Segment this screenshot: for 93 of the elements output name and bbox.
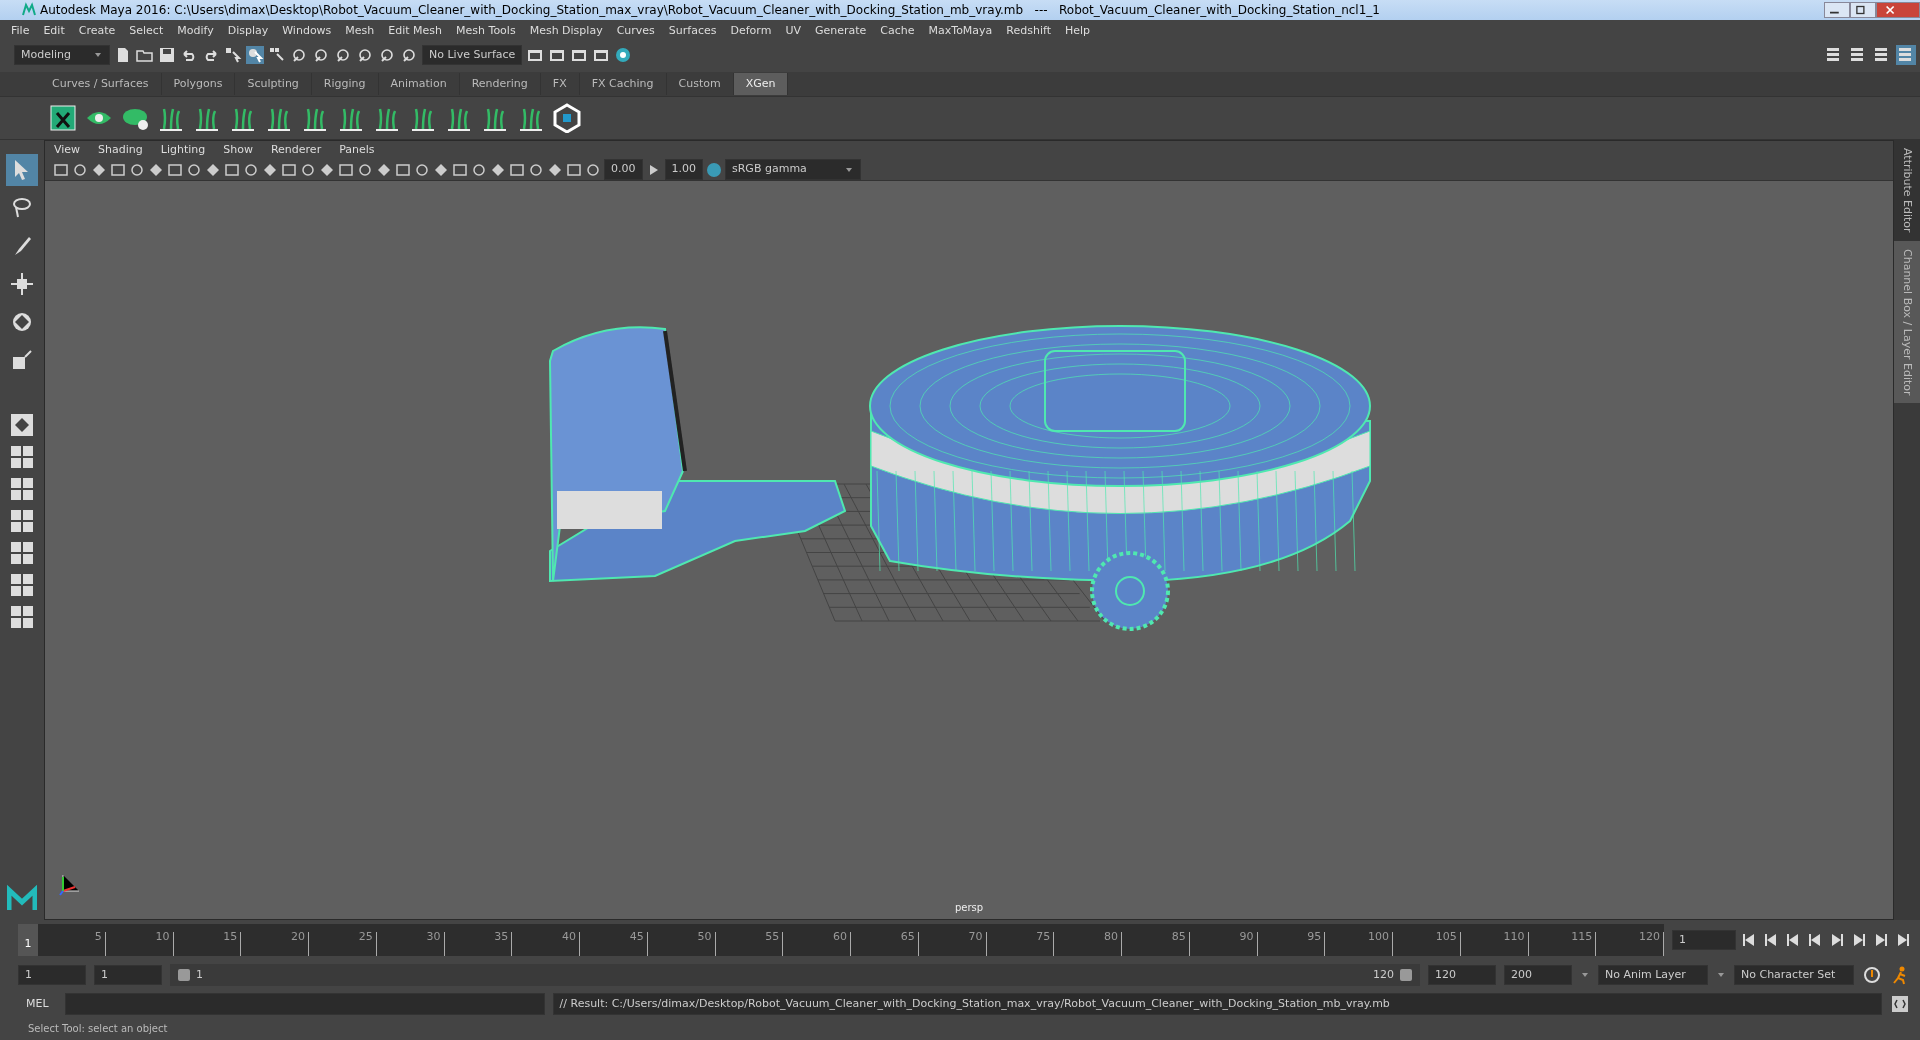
help-line: Select Tool: select an object bbox=[27, 1022, 169, 1036]
color-management-icon[interactable] bbox=[706, 161, 722, 178]
command-input-field[interactable] bbox=[64, 993, 545, 1015]
frame-tick-label: 40 bbox=[562, 932, 576, 942]
frame-tick-label: 5 bbox=[94, 932, 102, 942]
menu-item[interactable]: UV bbox=[778, 20, 808, 42]
minimize-icon[interactable] bbox=[1824, 2, 1850, 18]
slider-handle[interactable] bbox=[178, 969, 190, 981]
side-panel-tab[interactable]: Attribute Editor bbox=[1894, 140, 1920, 241]
slider-handle[interactable] bbox=[1400, 969, 1412, 981]
viewport-menu[interactable]: Panels bbox=[330, 141, 384, 159]
xgen-window-icon[interactable] bbox=[48, 103, 78, 133]
frame-tick-label: 80 bbox=[1104, 932, 1118, 942]
hexagon-cube-icon[interactable] bbox=[552, 103, 582, 133]
frame-tick-label: 50 bbox=[697, 932, 712, 942]
frame-tick-label: 95 bbox=[1307, 932, 1322, 942]
current-frame-field[interactable]: 1 bbox=[1672, 929, 1736, 951]
window-title: Autodesk Maya 2016: C:\Users\dimax\Desktop\Robot_Vacuum_Cleaner_with_Docking_Station_max_vray\Robot_Vacuum_Cleaner_with_Docking_Station_mb_vray.mb --- Robot_Vacuum_Cleaner_with_Docking_Station_ncl1_1 bbox=[40, 2, 1380, 19]
menu-item[interactable]: Mesh bbox=[338, 20, 382, 42]
frame-tick-label: 110 bbox=[1503, 932, 1525, 942]
menu-item[interactable]: Edit Mesh bbox=[381, 20, 450, 42]
shelf-tab[interactable]: XGen bbox=[733, 73, 789, 95]
frame-tick-label: 55 bbox=[765, 932, 780, 942]
range-slider[interactable]: 1 120 bbox=[170, 964, 1420, 986]
workspace-dropdown[interactable]: Modeling bbox=[14, 44, 110, 66]
frame-tick-label: 70 bbox=[968, 932, 983, 942]
side-panel-tab[interactable]: Channel Box / Layer Editor bbox=[1894, 240, 1920, 404]
menu-item[interactable]: Display bbox=[220, 20, 276, 42]
move-tool-icon bbox=[9, 271, 35, 297]
save-icon[interactable] bbox=[158, 46, 176, 64]
start-frame-field[interactable]: 1 bbox=[18, 964, 86, 986]
frame-tick-label: 105 bbox=[1435, 932, 1457, 942]
frame-tick-label: 60 bbox=[833, 932, 847, 942]
frame-tick-label: 25 bbox=[358, 932, 373, 942]
frame-tick-label: 75 bbox=[1036, 932, 1051, 942]
menu-item[interactable]: Windows bbox=[275, 20, 339, 42]
frame-tick-label: 115 bbox=[1571, 932, 1593, 942]
menu-item[interactable]: Surfaces bbox=[661, 20, 724, 42]
playback-start-field[interactable]: 1 bbox=[94, 964, 162, 986]
live-surface-field[interactable]: No Live Surface bbox=[422, 44, 523, 66]
auto-key-icon[interactable] bbox=[1862, 965, 1882, 985]
menu-item[interactable]: MaxToMaya bbox=[921, 20, 1000, 42]
script-editor-icon[interactable] bbox=[1890, 994, 1910, 1014]
four-view-layout-icon[interactable] bbox=[9, 444, 35, 470]
color-space-dropdown[interactable]: sRGB gamma bbox=[725, 159, 861, 180]
frame-tick-label: 10 bbox=[155, 932, 170, 942]
viewport-menu[interactable]: Lighting bbox=[151, 141, 215, 159]
menu-item[interactable]: Modify bbox=[170, 20, 221, 42]
viewport-menu[interactable]: Show bbox=[214, 141, 262, 159]
menu-item[interactable]: Deform bbox=[723, 20, 779, 42]
current-frame-marker[interactable]: 1 bbox=[18, 924, 38, 956]
command-result-field: // Result: C:/Users/dimax/Desktop/Robot_Vacuum_Cleaner_with_Docking_Station_max_vray/Robot_Vacuum_Cleaner_with_Docking_Station_mb_vray.mb bbox=[552, 993, 1882, 1015]
menu-item[interactable]: File bbox=[4, 20, 37, 42]
viewport-menu[interactable]: Renderer bbox=[261, 141, 331, 159]
range-end-label: 120 bbox=[1373, 966, 1394, 983]
menu-item[interactable]: Cache bbox=[873, 20, 922, 42]
frame-tick-label: 120 bbox=[1639, 932, 1660, 942]
frame-tick-label: 15 bbox=[223, 932, 238, 942]
menu-item[interactable]: Select bbox=[122, 20, 171, 42]
playback-end-field[interactable]: 120 bbox=[1428, 964, 1496, 986]
maya-logo-icon bbox=[22, 2, 36, 18]
menu-item[interactable]: Edit bbox=[36, 20, 72, 42]
frame-tick-label: 30 bbox=[426, 932, 441, 942]
camera-label: persp bbox=[954, 901, 984, 915]
frame-tick-label: 45 bbox=[629, 932, 644, 942]
maximize-icon[interactable] bbox=[1850, 2, 1876, 18]
menu-item[interactable]: Help bbox=[1058, 20, 1098, 42]
command-language-label[interactable]: MEL bbox=[18, 995, 57, 1013]
menu-item[interactable]: Mesh Tools bbox=[449, 20, 523, 42]
frame-tick-label: 90 bbox=[1239, 932, 1254, 942]
menu-item[interactable]: Mesh Display bbox=[522, 20, 610, 42]
select-tool[interactable] bbox=[6, 154, 38, 186]
frame-tick-label: 85 bbox=[1171, 932, 1186, 942]
frame-tick-label: 65 bbox=[900, 932, 915, 942]
select-object-icon[interactable] bbox=[246, 46, 264, 64]
frame-tick-label: 35 bbox=[494, 932, 509, 942]
gamma-field[interactable]: 1.00 bbox=[664, 159, 703, 180]
range-start-label: 1 bbox=[196, 966, 204, 983]
exposure-field[interactable]: 0.00 bbox=[604, 159, 643, 180]
single-perspective-layout-icon[interactable] bbox=[9, 412, 35, 438]
viewport-menu[interactable]: Shading bbox=[89, 141, 152, 159]
menu-item[interactable]: Redshift bbox=[999, 20, 1058, 42]
menu-item[interactable]: Create bbox=[71, 20, 123, 42]
select-hierarchy-icon[interactable] bbox=[224, 46, 242, 64]
menu-item[interactable]: Curves bbox=[609, 20, 662, 42]
menu-item[interactable]: Generate bbox=[807, 20, 874, 42]
hypershade-icon[interactable] bbox=[614, 46, 633, 64]
viewport-menu[interactable]: View bbox=[45, 141, 90, 159]
frame-tick-label: 100 bbox=[1368, 932, 1389, 942]
frame-tick-label: 20 bbox=[291, 932, 305, 942]
end-frame-field[interactable]: 200 bbox=[1504, 964, 1572, 986]
anim-layer-dropdown[interactable]: No Anim Layer bbox=[1598, 964, 1708, 986]
character-set-dropdown[interactable]: No Character Set bbox=[1734, 964, 1854, 986]
